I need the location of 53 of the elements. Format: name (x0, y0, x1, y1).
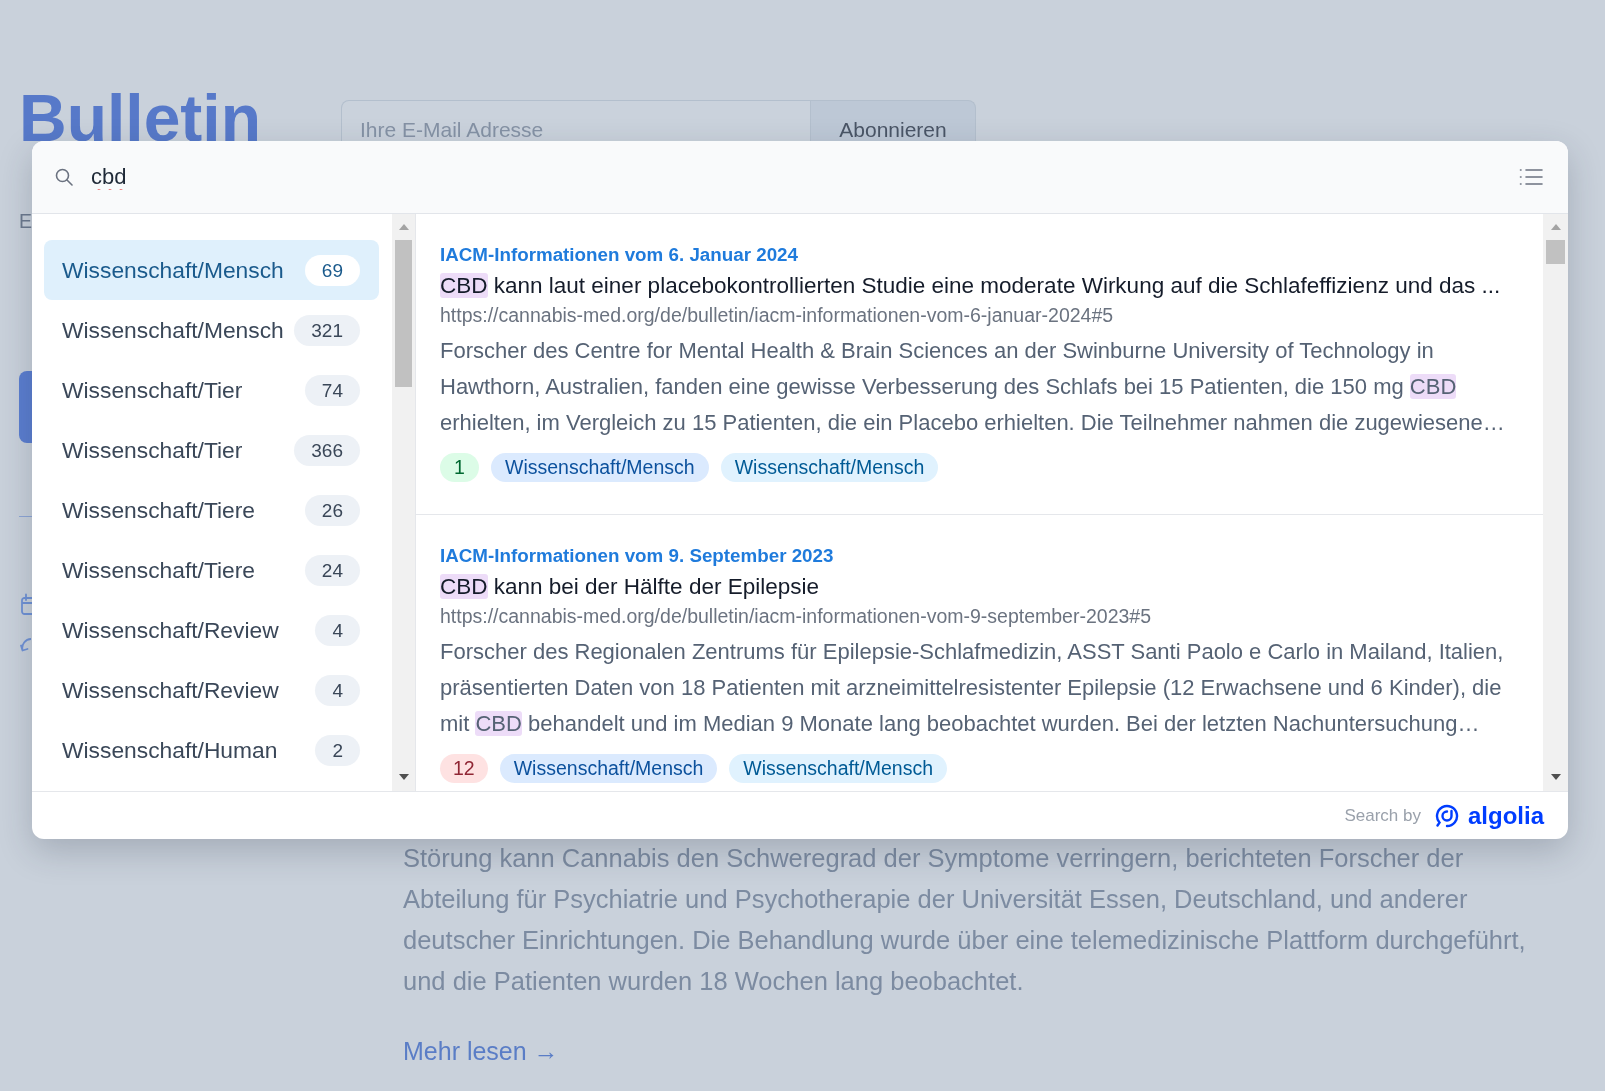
facet-item[interactable]: Wissenschaft/Review 4 (44, 600, 379, 660)
count-badge: 24 (304, 554, 360, 586)
facet-item[interactable]: Wissenschaft/Tiere 24 (44, 540, 379, 600)
count-tag: 12 (440, 754, 488, 783)
count-badge: 321 (294, 314, 360, 346)
facet-item[interactable]: Wissenschaft/Mensch 69 (44, 240, 379, 300)
facet-item[interactable]: Wissenschaft/Mensch 321 (44, 300, 379, 360)
article-paragraph: Störung kann Cannabis den Schweregrad der Symptome verringern, berichteten Forscher der Abteilung für Psychiatrie und Psychotherapie der Universität Essen, Deutschland, und anderer deutscher Einrichtungen. Die Behandlung wurde über eine telemedizinische Plattform durchgeführt, und die Patienten wurden 18 Wochen lang beobachtet. (403, 843, 1527, 997)
result-url: https://cannabis-med.org/de/bulletin/iacm-informationen-vom-6-januar-2024#5 (440, 303, 1115, 328)
facet-item[interactable]: Wissenschaft/Tier 366 (44, 420, 379, 480)
email-field[interactable]: Ihre E-Mail Adresse (341, 100, 811, 141)
scrollbar-thumb[interactable] (1546, 240, 1565, 264)
category-tag: Wissenschaft/Mensch (720, 453, 939, 482)
scroll-down-icon[interactable] (398, 774, 409, 780)
result-snippet: Forscher des Regionalen Zentrums für Epilepsie-Schlafmedizin, ASST Santi Paolo e Carlo in Mailand, Italien, präsentierten Daten von 18 Patienten mit arzneimittelresistenter Epilepsie (12 Erwachsene und 6 Kinder), die mit CBD behandelt und im Median 9 Monate lang beobachtet wurden. Bei der letzten Nachuntersuchung… (440, 638, 1505, 738)
search-by-label: Search by (1344, 805, 1421, 826)
panel-edge (19, 371, 32, 443)
search-icon (55, 168, 73, 186)
result-title[interactable]: CBD kann laut einer placebokontrollierten Studie eine moderate Wirkung auf die Schlafeffizienz und das ... (440, 271, 1519, 301)
result-source: IACM-Informationen vom 6. Januar 2024 (440, 244, 799, 266)
scrollbar-thumb[interactable] (395, 240, 412, 387)
count-tag: 1 (440, 453, 479, 482)
logo-text[interactable]: algolia (1467, 801, 1544, 830)
list-icon[interactable] (1519, 167, 1543, 187)
count-badge: 26 (304, 494, 360, 526)
scroll-down-icon[interactable] (1550, 774, 1561, 780)
search-bar[interactable]: cbd (32, 141, 1568, 214)
result-title[interactable]: CBD kann bei der Hälfte der Epilepsie (440, 572, 1519, 602)
scroll-up-icon[interactable] (398, 224, 409, 230)
facet-item[interactable]: Wissenschaft/Human 2 (44, 720, 379, 780)
facet-item[interactable]: Wissenschaft/Tiere 26 (44, 480, 379, 540)
text-fragment: E (19, 209, 32, 234)
category-tag: Wissenschaft/Mensch (491, 453, 709, 482)
result-url: https://cannabis-med.org/de/bulletin/iacm-informationen-vom-9-september-2023#5 (440, 604, 1153, 629)
facet-item[interactable]: Wissenschaft/Review 4 (44, 660, 379, 720)
result-snippet: Forscher des Centre for Mental Health & Brain Sciences an der Swinburne University of Technology in Hawthorn, Australien, fanden eine gewisse Verbesserung des Schlafs bei 15 Patienten, die 150 mg CBD erhielten, im Vergleich zu 15 Patienten, die ein Placebo erhielten. Die Teilnehmer nahmen die zugewiesene… (440, 337, 1506, 437)
result-source: IACM-Informationen vom 9. September 2023 (440, 545, 835, 567)
calendar-icon (21, 593, 32, 615)
scroll-up-icon[interactable] (1550, 224, 1561, 230)
scrollbar-track[interactable] (1543, 214, 1568, 791)
logo-icon[interactable] (1434, 803, 1459, 828)
facet-item[interactable]: Wissenschaft/Tier 74 (44, 360, 379, 420)
category-tag: Wissenschaft/Mensch (499, 754, 718, 783)
count-badge: 2 (315, 734, 360, 766)
count-badge: 69 (304, 254, 360, 286)
scrollbar-track[interactable] (392, 214, 415, 791)
count-badge: 4 (315, 674, 360, 706)
count-badge: 74 (304, 374, 360, 406)
count-badge: 366 (294, 434, 360, 466)
subscribe-button[interactable]: Abonnieren (811, 100, 976, 141)
count-badge: 4 (315, 614, 360, 646)
category-tag: Wissenschaft/Mensch (729, 754, 947, 783)
search-field[interactable]: cbd (91, 162, 1519, 192)
